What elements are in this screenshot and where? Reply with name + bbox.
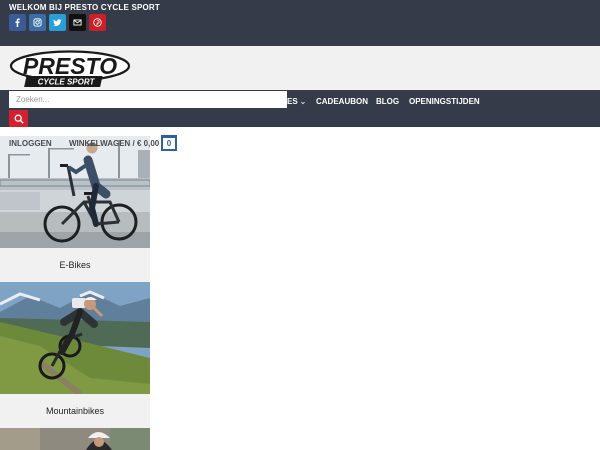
- category-third[interactable]: [0, 428, 150, 450]
- search-icon: [14, 114, 24, 124]
- site-logo[interactable]: PRESTO CYCLE SPORT: [9, 50, 131, 88]
- nav-item-partial[interactable]: ES ⌄: [287, 97, 306, 106]
- category-ebikes[interactable]: E-Bikes: [0, 136, 150, 282]
- search-button[interactable]: [9, 110, 28, 127]
- cart-count-badge[interactable]: 0: [161, 135, 177, 151]
- category-image-ebikes: [0, 136, 150, 248]
- category-image-third: [0, 428, 150, 450]
- nav-item-partial-label: ES: [287, 97, 298, 106]
- facebook-icon[interactable]: [9, 14, 26, 31]
- logo-wordmark: PRESTO: [23, 53, 117, 79]
- category-image-mountainbikes: [0, 282, 150, 394]
- instagram-icon[interactable]: [29, 14, 46, 31]
- logo-tagline: CYCLE SPORT: [38, 78, 96, 87]
- category-label-mountainbikes: Mountainbikes: [0, 394, 150, 428]
- welcome-text: WELKOM BIJ PRESTO CYCLE SPORT: [9, 3, 160, 12]
- nav-item-cadeaubon[interactable]: CADEAUBON: [316, 97, 368, 106]
- category-mountainbikes[interactable]: Mountainbikes: [0, 282, 150, 428]
- pinterest-icon[interactable]: [89, 14, 106, 31]
- login-link[interactable]: INLOGGEN: [9, 139, 52, 148]
- cart-link[interactable]: WINKELWAGEN / € 0,00: [69, 139, 159, 148]
- nav-item-openingstijden[interactable]: OPENINGSTIJDEN: [409, 97, 480, 106]
- category-label-ebikes: E-Bikes: [0, 248, 150, 282]
- search-input[interactable]: [9, 91, 287, 108]
- email-icon[interactable]: [69, 14, 86, 31]
- twitter-icon[interactable]: [49, 14, 66, 31]
- nav-item-blog[interactable]: BLOG: [376, 97, 399, 106]
- chevron-down-icon: ⌄: [299, 97, 307, 106]
